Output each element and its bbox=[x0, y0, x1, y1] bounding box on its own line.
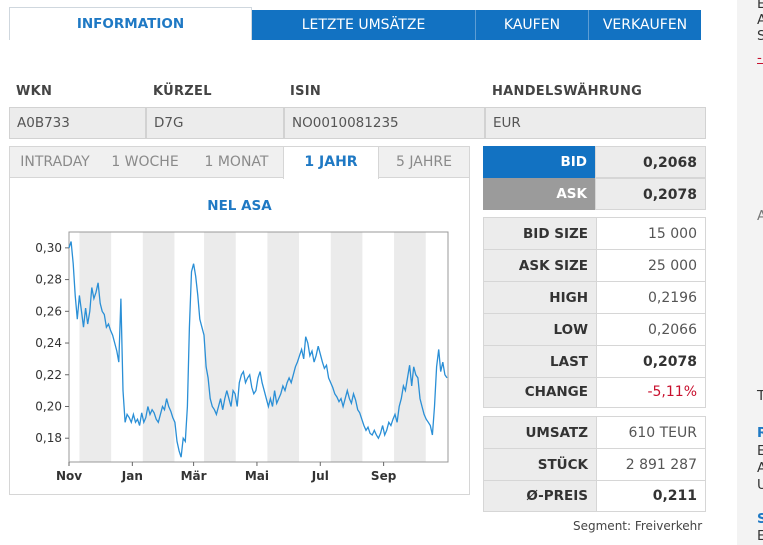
last-row: LAST 0,2078 bbox=[484, 346, 705, 378]
ask-size-label: ASK SIZE bbox=[484, 250, 596, 282]
codes-header-row: WKN KÜRZEL ISIN HANDELSWÄHRUNG bbox=[9, 84, 706, 102]
ask-size-row: ASK SIZE 25 000 bbox=[484, 250, 705, 282]
bid-size-label: BID SIZE bbox=[484, 218, 596, 250]
ask-size-value: 25 000 bbox=[596, 250, 705, 282]
low-value: 0,2066 bbox=[596, 314, 705, 346]
high-row: HIGH 0,2196 bbox=[484, 282, 705, 314]
x-tick-label: Jan bbox=[121, 469, 143, 483]
month-band bbox=[267, 232, 300, 462]
tab-verkaufen[interactable]: VERKAUFEN bbox=[589, 10, 701, 40]
price-series-line bbox=[68, 241, 448, 458]
y-tick-label: 0,26 bbox=[35, 304, 62, 318]
change-label: CHANGE bbox=[484, 378, 596, 407]
ask-label: ASK bbox=[483, 178, 595, 210]
sidebar-text-12: E bbox=[757, 528, 763, 544]
sidebar-link-1[interactable]: R bbox=[757, 425, 763, 441]
kuerzel-header: KÜRZEL bbox=[153, 84, 212, 99]
chart-period-tabs: INTRADAY 1 WOCHE 1 MONAT 1 JAHR 5 JAHRE bbox=[9, 146, 470, 179]
y-tick-label: 0,28 bbox=[35, 273, 62, 287]
price-chart: 0,30 0,28 0,26 0,24 0,22 0,20 0,18 Nov Jan Mär Mai… bbox=[35, 231, 449, 483]
x-tick-label: Jul bbox=[311, 469, 329, 483]
sidebar-text-2: A bbox=[757, 12, 763, 28]
low-row: LOW 0,2066 bbox=[484, 314, 705, 346]
month-band bbox=[394, 232, 426, 462]
y-tick-label: 0,20 bbox=[35, 399, 62, 413]
isin-value: NO0010081235 bbox=[284, 107, 485, 139]
sidebar-link-2[interactable]: S bbox=[757, 511, 763, 527]
tab-5-jahre[interactable]: 5 JAHRE bbox=[379, 147, 469, 178]
umsatz-value: 610 TEUR bbox=[596, 417, 705, 449]
change-value: -5,11% bbox=[596, 378, 705, 407]
sidebar-text-3: S bbox=[757, 28, 763, 44]
sidebar-text-9: A bbox=[757, 460, 763, 476]
last-value: 0,2078 bbox=[596, 346, 705, 378]
month-band bbox=[79, 232, 112, 462]
bid-row: BID 0,2068 bbox=[483, 146, 706, 178]
wkn-value: A0B733 bbox=[9, 107, 146, 139]
x-tick-label: Nov bbox=[56, 469, 82, 483]
x-tick-label: Sep bbox=[371, 469, 397, 483]
umsatz-row: UMSATZ 610 TEUR bbox=[484, 417, 705, 449]
last-label: LAST bbox=[484, 346, 596, 378]
top-tab-bar: INFORMATION LETZTE UMSÄTZE KAUFEN VERKAU… bbox=[9, 7, 701, 40]
x-tick-label: Mär bbox=[181, 469, 207, 483]
bid-size-row: BID SIZE 15 000 bbox=[484, 218, 705, 250]
durchschnittspreis-row: Ø-PREIS 0,211 bbox=[484, 481, 705, 511]
quote-stats-group: BID SIZE 15 000 ASK SIZE 25 000 HIGH 0,2… bbox=[483, 217, 706, 408]
handelswaehrung-header: HANDELSWÄHRUNG bbox=[492, 84, 643, 99]
sidebar-divider bbox=[757, 63, 763, 64]
x-tick-label: Mai bbox=[245, 469, 269, 483]
sidebar-text-6: T bbox=[757, 388, 763, 404]
waehrung-value: EUR bbox=[485, 107, 706, 139]
durchschnittspreis-label: Ø-PREIS bbox=[484, 481, 596, 511]
durchschnittspreis-value: 0,211 bbox=[596, 481, 705, 511]
y-tick-label: 0,18 bbox=[35, 431, 62, 445]
y-tick-label: 0,22 bbox=[35, 368, 62, 382]
wkn-header: WKN bbox=[16, 84, 53, 99]
plot-frame bbox=[68, 231, 449, 463]
tab-1-jahr[interactable]: 1 JAHR bbox=[283, 147, 379, 179]
sidebar-text-10: U bbox=[757, 477, 763, 493]
sidebar-text-5: A bbox=[757, 208, 763, 224]
bid-size-value: 15 000 bbox=[596, 218, 705, 250]
isin-header: ISIN bbox=[290, 84, 322, 99]
tab-letzte-umsaetze[interactable]: LETZTE UMSÄTZE bbox=[252, 10, 476, 40]
codes-value-row: A0B733 D7G NO0010081235 EUR bbox=[9, 107, 706, 139]
tab-intraday[interactable]: INTRADAY bbox=[10, 147, 100, 178]
high-value: 0,2196 bbox=[596, 282, 705, 314]
month-band bbox=[204, 232, 236, 462]
tab-1-woche[interactable]: 1 WOCHE bbox=[100, 147, 190, 178]
y-tick-label: 0,24 bbox=[35, 336, 62, 350]
ask-value: 0,2078 bbox=[595, 178, 706, 210]
change-row: CHANGE -5,11% bbox=[484, 378, 705, 407]
bid-label: BID bbox=[483, 146, 595, 178]
month-band bbox=[142, 232, 175, 462]
tab-kaufen[interactable]: KAUFEN bbox=[476, 10, 589, 40]
month-band bbox=[330, 232, 363, 462]
y-tick-label: 0,30 bbox=[35, 241, 62, 255]
sidebar-text-1: E bbox=[757, 0, 763, 12]
bid-value: 0,2068 bbox=[595, 146, 706, 178]
ask-row: ASK 0,2078 bbox=[483, 178, 706, 210]
segment-info: Segment: Freiverkehr bbox=[573, 519, 703, 533]
tab-1-monat[interactable]: 1 MONAT bbox=[190, 147, 283, 178]
stueck-label: STÜCK bbox=[484, 449, 596, 481]
stueck-row: STÜCK 2 891 287 bbox=[484, 449, 705, 481]
umsatz-label: UMSATZ bbox=[484, 417, 596, 449]
tab-information[interactable]: INFORMATION bbox=[9, 7, 252, 40]
low-label: LOW bbox=[484, 314, 596, 346]
volume-stats-group: UMSATZ 610 TEUR STÜCK 2 891 287 Ø-PREIS … bbox=[483, 416, 706, 512]
stueck-value: 2 891 287 bbox=[596, 449, 705, 481]
high-label: HIGH bbox=[484, 282, 596, 314]
kuerzel-value: D7G bbox=[146, 107, 284, 139]
sidebar-text-8: E bbox=[757, 443, 763, 459]
